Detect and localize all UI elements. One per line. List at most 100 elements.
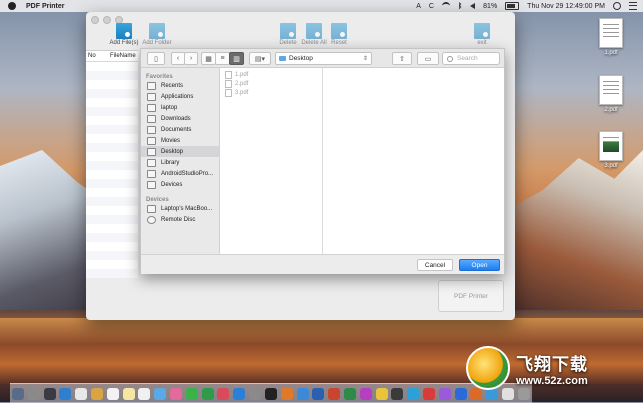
back-button[interactable]: ‹ [171, 52, 185, 65]
view-icons-button[interactable]: ▦ [201, 52, 216, 65]
preview-column [323, 68, 504, 254]
file-list-table[interactable]: No FileName [86, 50, 138, 278]
notes-icon[interactable] [122, 387, 135, 400]
sidebar-item-label: Laptop's MacBoo... [161, 205, 213, 212]
finder-icon[interactable] [11, 387, 24, 400]
app-icon[interactable] [438, 387, 451, 400]
tag-button[interactable]: ▭ [417, 52, 439, 65]
file-row[interactable]: 1.pdf [220, 70, 322, 79]
forward-button[interactable]: › [184, 52, 198, 65]
view-list-button[interactable]: ≡ [215, 52, 230, 65]
file-row[interactable]: 2.pdf [220, 79, 322, 88]
sidebar-item-movies[interactable]: Movies [141, 135, 219, 146]
clock[interactable]: Thu Nov 29 12:49:00 PM [527, 3, 605, 10]
launchpad-icon[interactable] [43, 387, 56, 400]
close-window-button[interactable] [91, 16, 99, 24]
dock [10, 383, 532, 403]
powerpoint-icon[interactable] [328, 387, 341, 400]
cancel-button[interactable]: Cancel [417, 259, 453, 271]
app-icon[interactable] [375, 387, 388, 400]
table-row [86, 152, 138, 161]
battery-percent[interactable]: 81% [483, 3, 497, 10]
terminal-icon[interactable] [264, 387, 277, 400]
exit-button[interactable]: exit [464, 23, 500, 46]
share-button[interactable]: ⇧ [392, 52, 412, 65]
desktop-file[interactable]: 1.pdf [594, 18, 628, 56]
view-gallery-menu-button[interactable]: ▤▾ [249, 52, 271, 65]
sidebar-toggle-button[interactable]: ▯ [147, 52, 165, 65]
sidebar-item-downloads[interactable]: Downloads [141, 113, 219, 124]
system-preferences-icon[interactable] [249, 387, 262, 400]
add-folder-label: Add Folder [142, 40, 172, 46]
excel-icon[interactable] [343, 387, 356, 400]
table-row [86, 80, 138, 89]
column-header-no[interactable]: No [86, 53, 108, 59]
file-row[interactable]: 3.pdf [220, 88, 322, 97]
messages-icon[interactable] [185, 387, 198, 400]
sidebar-item-remote-disc[interactable]: Remote Disc [141, 214, 219, 225]
app-icon[interactable] [423, 387, 436, 400]
sidebar-item-recents[interactable]: Recents [141, 80, 219, 91]
pdf-file-icon [599, 131, 623, 161]
add-files-button[interactable]: Add File(s) [106, 23, 142, 46]
facetime-icon[interactable] [201, 387, 214, 400]
safari-icon[interactable] [59, 387, 72, 400]
app-icon[interactable] [391, 387, 404, 400]
maps-icon[interactable] [154, 387, 167, 400]
sidebar-item-macbook[interactable]: Laptop's MacBoo... [141, 203, 219, 214]
notification-center-icon[interactable] [629, 2, 637, 10]
sidebar-item-label: Downloads [161, 115, 191, 122]
column-header-filename[interactable]: FileName [108, 53, 136, 59]
battery-icon[interactable] [505, 2, 520, 10]
siri-icon[interactable] [27, 387, 40, 400]
sidebar-item-label: Devices [161, 181, 183, 188]
location-popup[interactable]: Desktop ⇕ [275, 52, 372, 65]
open-button[interactable]: Open [459, 259, 500, 271]
sidebar-item-desktop[interactable]: Desktop [141, 146, 219, 157]
mail-icon[interactable] [75, 387, 88, 400]
search-field[interactable]: Search [442, 52, 500, 65]
itunes-icon[interactable] [217, 387, 230, 400]
sidebar-item-androidstudio[interactable]: AndroidStudioPro... [141, 168, 219, 179]
app-menu-name[interactable]: PDF Printer [26, 3, 65, 10]
sidebar-item-label: Documents [161, 126, 192, 133]
sidebar-item-label: Desktop [161, 148, 184, 155]
desktop-file[interactable]: 3.pdf [594, 131, 628, 169]
spotlight-search-icon[interactable] [613, 2, 621, 10]
adobe-icon[interactable]: A [416, 3, 421, 10]
wifi-icon[interactable] [441, 2, 450, 10]
desktop-file-label: 1.pdf [604, 50, 618, 56]
word-icon[interactable] [312, 387, 325, 400]
volume-icon[interactable] [470, 3, 476, 9]
app-icon[interactable] [407, 387, 420, 400]
view-columns-button[interactable]: ▥ [229, 52, 244, 65]
c-status-icon[interactable]: C [429, 3, 434, 10]
apple-menu-icon[interactable] [8, 2, 16, 10]
firefox-icon[interactable] [280, 387, 293, 400]
bluetooth-icon[interactable]: ᛒ [458, 3, 462, 10]
sidebar-item-library[interactable]: Library [141, 157, 219, 168]
column-view-icon: ▥ [233, 55, 240, 63]
desktop-file-label: 2.pdf [604, 107, 618, 113]
folder-icon [147, 169, 156, 178]
sidebar-item-laptop[interactable]: laptop [141, 102, 219, 113]
open-file-dialog: ▯ ‹ › ▦ ≡ ▥ ▤▾ Desktop ⇕ ⇧ ▭ Search Favo… [140, 48, 505, 274]
desktop-file[interactable]: 2.pdf [594, 75, 628, 113]
reset-icon [331, 23, 347, 39]
calendar-icon[interactable] [106, 387, 119, 400]
contacts-icon[interactable] [90, 387, 103, 400]
sidebar-item-applications[interactable]: Applications [141, 91, 219, 102]
sidebar-item-documents[interactable]: Documents [141, 124, 219, 135]
app-store-icon[interactable] [233, 387, 246, 400]
pdf-printer-button[interactable]: PDF Printer [438, 280, 504, 312]
add-folder-button[interactable]: Add Folder [139, 23, 175, 46]
sidebar-item-devices-folder[interactable]: Devices [141, 179, 219, 190]
table-row [86, 206, 138, 215]
photos-icon[interactable] [170, 387, 183, 400]
search-placeholder: Search [457, 55, 478, 62]
onenote-icon[interactable] [359, 387, 372, 400]
reminders-icon[interactable] [138, 387, 151, 400]
photoshop-icon[interactable] [454, 387, 467, 400]
reset-button[interactable]: Reset [321, 23, 357, 46]
chrome-icon[interactable] [296, 387, 309, 400]
